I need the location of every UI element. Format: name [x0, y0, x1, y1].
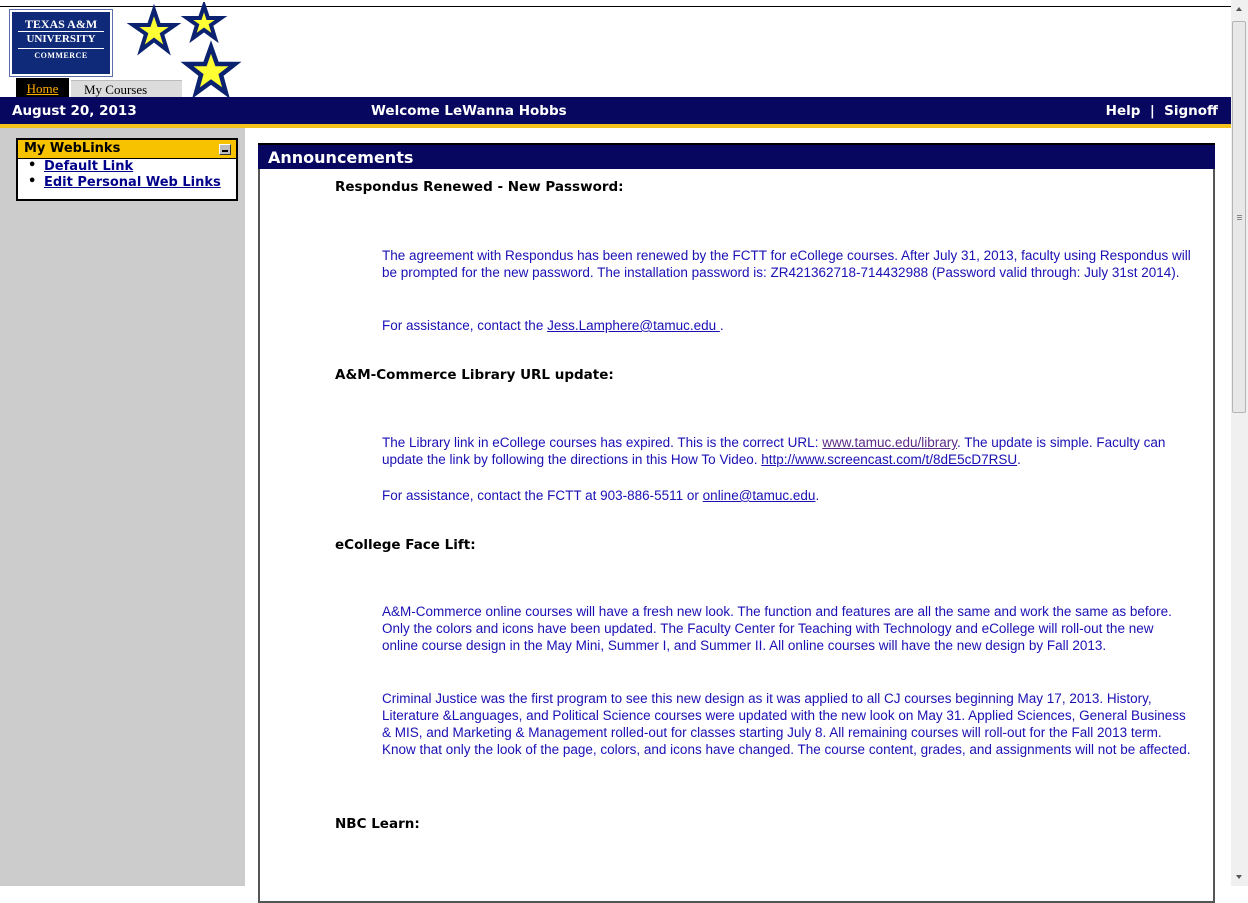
announcement-paragraph: A&M-Commerce online courses will have a … — [382, 604, 1172, 653]
link-separator: | — [1149, 103, 1155, 119]
minimize-icon[interactable] — [219, 144, 231, 155]
weblinks-list: Default Link Edit Personal Web Links — [18, 158, 236, 191]
logo-line-1: TEXAS A&M — [24, 17, 98, 31]
announcement-title: NBC Learn: — [335, 816, 420, 832]
tab-home[interactable]: Home — [16, 78, 69, 97]
scroll-down-icon[interactable] — [1231, 869, 1248, 886]
signoff-link[interactable]: Signoff — [1164, 103, 1218, 119]
sidebar: My WebLinks Default Link Edit Personal W… — [0, 128, 245, 886]
text: . — [1017, 452, 1021, 467]
announcement-title: eCollege Face Lift: — [335, 537, 476, 553]
star-icon — [180, 2, 228, 44]
list-item: Default Link — [18, 158, 236, 175]
announcement-paragraph: The agreement with Respondus has been re… — [382, 248, 1191, 280]
text: For assistance, contact the FCTT at 903-… — [382, 488, 703, 503]
logo-line-3: COMMERCE — [34, 51, 88, 60]
logo-rule — [18, 31, 104, 32]
email-link[interactable]: online@tamuc.edu — [703, 488, 816, 503]
top-navbar: August 20, 2013 Welcome LeWanna Hobbs He… — [0, 97, 1231, 124]
page: TEXAS A&M UNIVERSITY COMMERCE Home My Co… — [0, 0, 1231, 903]
announcements-title: Announcements — [258, 143, 1215, 169]
edit-personal-web-links-link[interactable]: Edit Personal Web Links — [44, 175, 221, 190]
announcements-panel: Announcements Respondus Renewed - New Pa… — [258, 143, 1215, 903]
email-link[interactable]: Jess.Lamphere@tamuc.edu — [547, 318, 720, 333]
announcement-paragraph: The Library link in eCollege courses has… — [382, 434, 1192, 468]
welcome-message: Welcome LeWanna Hobbs — [371, 103, 567, 119]
tab-my-courses[interactable]: My Courses — [71, 80, 182, 97]
text: For assistance, contact the — [382, 318, 548, 333]
announcement-title: Respondus Renewed - New Password: — [335, 179, 624, 195]
scrollbar-thumb[interactable] — [1232, 21, 1246, 413]
current-date: August 20, 2013 — [12, 103, 137, 119]
header-links: Help | Signoff — [1106, 103, 1218, 119]
weblinks-title: My WebLinks — [24, 141, 121, 156]
library-link[interactable]: www.tamuc.edu/library — [822, 435, 957, 450]
weblinks-header: My WebLinks — [18, 140, 236, 159]
university-logo[interactable]: TEXAS A&M UNIVERSITY COMMERCE — [9, 9, 113, 77]
announcement-title: A&M-Commerce Library URL update: — [335, 367, 614, 383]
star-icon — [126, 3, 182, 56]
text: The Library link in eCollege courses has… — [382, 435, 823, 450]
text: . — [719, 318, 724, 333]
announcement-paragraph: For assistance, contact the FCTT at 903-… — [382, 487, 1192, 504]
screencast-link[interactable]: http://www.screencast.com/t/8dE5cD7RSU — [761, 452, 1017, 467]
weblinks-panel: My WebLinks Default Link Edit Personal W… — [16, 138, 238, 201]
text: . — [815, 488, 820, 503]
star-icon — [180, 40, 242, 97]
logo-line-2: UNIVERSITY — [26, 33, 96, 45]
vertical-scrollbar[interactable] — [1231, 0, 1248, 886]
scroll-up-icon[interactable] — [1231, 0, 1248, 17]
default-link[interactable]: Default Link — [44, 159, 133, 174]
help-link[interactable]: Help — [1106, 103, 1141, 119]
announcement-paragraph: For assistance, contact the Jess.Lampher… — [382, 317, 1192, 334]
list-item: Edit Personal Web Links — [18, 174, 236, 191]
logo-rule — [18, 48, 104, 49]
announcement-paragraph: Criminal Justice was the first program t… — [382, 691, 1191, 757]
